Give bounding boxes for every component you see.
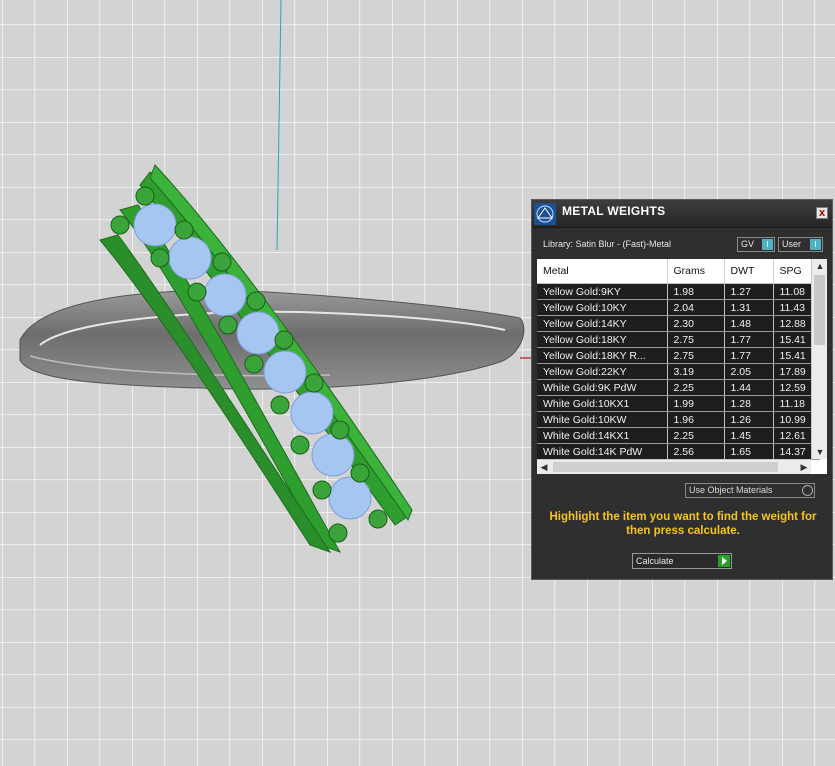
- cell-grams: 2.75: [667, 347, 725, 364]
- cell-grams: 2.25: [667, 379, 725, 396]
- app-logo-icon: [534, 203, 556, 225]
- cell-metal: White Gold:14K PdW: [537, 443, 668, 460]
- cell-dwt: 1.48: [724, 315, 774, 332]
- instruction-text: Highlight the item you want to find the …: [549, 511, 817, 537]
- cell-grams: 2.30: [667, 315, 725, 332]
- cell-metal: Yellow Gold:18KY: [537, 331, 668, 348]
- cell-dwt: 2.05: [724, 363, 774, 380]
- panel-title: METAL WEIGHTS: [562, 204, 666, 218]
- cell-metal: Yellow Gold:10KY: [537, 299, 668, 316]
- cell-metal: White Gold:10KW: [537, 411, 668, 428]
- calculate-button[interactable]: Calculate: [632, 553, 732, 569]
- table-row[interactable]: White Gold:10KW 1.96 1.26 10.99: [537, 411, 820, 428]
- cell-dwt: 1.27: [724, 283, 774, 300]
- cell-dwt: 1.28: [724, 395, 774, 412]
- table-row[interactable]: Yellow Gold:22KY 3.19 2.05 17.89: [537, 363, 820, 380]
- user-toggle-label: User: [782, 239, 802, 249]
- table-header-row: Metal Grams DWT SPG: [537, 259, 820, 284]
- library-label: Library: Satin Blur - (Fast)-Metal: [543, 239, 672, 249]
- cell-grams: 1.98: [667, 283, 725, 300]
- cell-metal: Yellow Gold:9KY: [537, 283, 668, 300]
- scroll-thumb[interactable]: [814, 275, 825, 345]
- col-header-grams[interactable]: Grams: [667, 259, 725, 284]
- cell-metal: White Gold:14KX1: [537, 427, 668, 444]
- cell-metal: White Gold:9K PdW: [537, 379, 668, 396]
- cell-grams: 1.96: [667, 411, 725, 428]
- cell-metal: Yellow Gold:18KY R...: [537, 347, 668, 364]
- cell-grams: 2.04: [667, 299, 725, 316]
- metal-weights-panel: METAL WEIGHTS x Library: Satin Blur - (F…: [531, 199, 833, 580]
- cell-dwt: 1.31: [724, 299, 774, 316]
- scroll-right-icon[interactable]: ▶: [797, 460, 811, 474]
- use-object-materials-toggle[interactable]: Use Object Materials: [685, 483, 815, 498]
- radio-icon: [802, 485, 813, 496]
- metal-table: Metal Grams DWT SPG Yellow Gold:9KY 1.98 1…: [537, 259, 827, 474]
- table-row[interactable]: Yellow Gold:18KY R... 2.75 1.77 15.41: [537, 347, 820, 364]
- cell-grams: 2.75: [667, 331, 725, 348]
- table-row[interactable]: White Gold:14K PdW 2.56 1.65 14.37: [537, 443, 820, 460]
- table-row[interactable]: White Gold:9K PdW 2.25 1.44 12.59: [537, 379, 820, 396]
- gv-toggle-knob: I: [762, 239, 773, 250]
- gv-toggle[interactable]: GV I: [737, 237, 775, 252]
- cell-dwt: 1.77: [724, 331, 774, 348]
- col-header-dwt[interactable]: DWT: [724, 259, 774, 284]
- cell-grams: 3.19: [667, 363, 725, 380]
- scroll-down-icon[interactable]: ▼: [812, 445, 827, 459]
- cell-dwt: 1.44: [724, 379, 774, 396]
- scroll-up-icon[interactable]: ▲: [812, 259, 827, 273]
- table-row[interactable]: White Gold:10KX1 1.99 1.28 11.18: [537, 395, 820, 412]
- cell-metal: White Gold:10KX1: [537, 395, 668, 412]
- cell-grams: 1.99: [667, 395, 725, 412]
- user-toggle-knob: I: [810, 239, 821, 250]
- cell-dwt: 1.26: [724, 411, 774, 428]
- cell-metal: Yellow Gold:22KY: [537, 363, 668, 380]
- use-object-materials-label: Use Object Materials: [689, 485, 773, 495]
- gv-toggle-label: GV: [741, 239, 755, 249]
- cell-grams: 2.56: [667, 443, 725, 460]
- user-toggle[interactable]: User I: [778, 237, 823, 252]
- table-row[interactable]: Yellow Gold:14KY 2.30 1.48 12.88: [537, 315, 820, 332]
- hscroll-thumb[interactable]: [553, 462, 778, 472]
- table-row[interactable]: Yellow Gold:18KY 2.75 1.77 15.41: [537, 331, 820, 348]
- cell-dwt: 1.65: [724, 443, 774, 460]
- table-vertical-scrollbar[interactable]: ▲ ▼: [811, 259, 827, 459]
- table-row[interactable]: White Gold:14KX1 2.25 1.45 12.61: [537, 427, 820, 444]
- cell-dwt: 1.45: [724, 427, 774, 444]
- cell-metal: Yellow Gold:14KY: [537, 315, 668, 332]
- table-horizontal-scrollbar[interactable]: ◀ ▶: [537, 459, 811, 474]
- play-icon: [718, 555, 730, 567]
- table-row[interactable]: Yellow Gold:10KY 2.04 1.31 11.43: [537, 299, 820, 316]
- col-header-metal[interactable]: Metal: [537, 259, 668, 284]
- panel-titlebar[interactable]: METAL WEIGHTS x: [532, 200, 832, 228]
- table-row[interactable]: Yellow Gold:9KY 1.98 1.27 11.08: [537, 283, 820, 300]
- close-icon[interactable]: x: [816, 207, 828, 219]
- cell-grams: 2.25: [667, 427, 725, 444]
- scroll-left-icon[interactable]: ◀: [537, 460, 551, 474]
- cell-dwt: 1.77: [724, 347, 774, 364]
- calculate-label: Calculate: [636, 556, 674, 566]
